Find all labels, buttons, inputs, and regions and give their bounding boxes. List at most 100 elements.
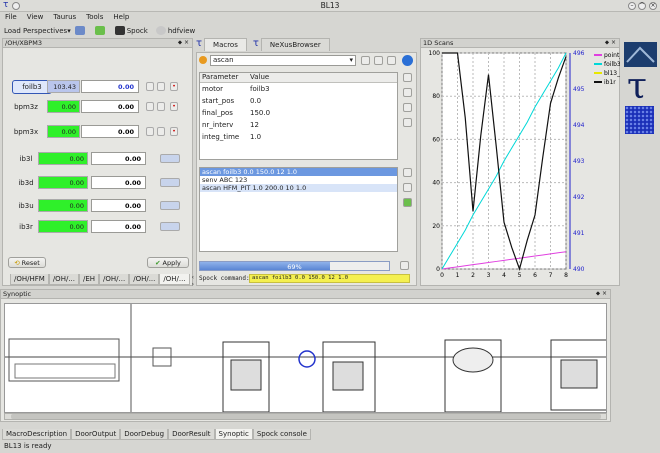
pv-setpoint-text: 0.00 bbox=[124, 202, 141, 210]
close-icon[interactable]: ⬥ × bbox=[596, 290, 607, 298]
sequence-item[interactable]: ascan foilb3 0.0 150.0 12 1.0 bbox=[200, 168, 397, 176]
close-icon[interactable]: ⬥ × bbox=[605, 39, 616, 47]
pv-button-b[interactable] bbox=[157, 82, 165, 91]
tab-spock-console[interactable]: Spock console bbox=[252, 429, 311, 440]
pv-setpoint-text: 0.00 bbox=[117, 128, 134, 136]
synoptic-title: Synoptic bbox=[3, 290, 32, 298]
apply-button[interactable]: ✔ Apply bbox=[147, 257, 189, 268]
pv-button-b[interactable] bbox=[157, 127, 165, 136]
pv-button-c[interactable]: • bbox=[170, 82, 178, 91]
tab-eh[interactable]: /EH bbox=[79, 274, 100, 285]
parameter-value: 150.0 bbox=[250, 109, 271, 117]
pv-setpoint-input[interactable]: 0.00 bbox=[81, 100, 139, 113]
menu-taurus[interactable]: Taurus bbox=[48, 12, 81, 23]
menu-view[interactable]: View bbox=[22, 12, 49, 23]
pv-value-text: 0.00 bbox=[69, 179, 84, 187]
reset-button[interactable]: ⟲ Reset bbox=[8, 257, 46, 268]
param-btn-3[interactable] bbox=[403, 103, 412, 112]
pv-setpoint-input[interactable]: 0.00 bbox=[91, 199, 146, 212]
close-icon[interactable]: ⬥ × bbox=[178, 39, 189, 47]
scans-header: 1D Scans ⬥ × bbox=[421, 39, 619, 48]
pv-button-b[interactable] bbox=[157, 102, 165, 111]
pv-config-icon[interactable] bbox=[160, 154, 180, 163]
pv-config-icon[interactable] bbox=[160, 201, 180, 210]
menu-help[interactable]: Help bbox=[108, 12, 134, 23]
pv-setpoint-input[interactable]: 0.00 bbox=[91, 152, 146, 165]
perspective-icon[interactable] bbox=[74, 26, 85, 35]
synoptic-header: Synoptic ⬥ × bbox=[1, 290, 610, 299]
spock-command-value: ascan foilb3 0.0 150.0 12 1.0 bbox=[252, 275, 349, 281]
tab-oh-hfm[interactable]: /OH/HFM bbox=[10, 274, 49, 285]
macro-action-1[interactable] bbox=[361, 56, 370, 65]
tab-door-result[interactable]: DoorResult bbox=[168, 429, 215, 440]
param-btn-4[interactable] bbox=[403, 118, 412, 127]
macro-action-3[interactable] bbox=[387, 56, 396, 65]
parameter-row[interactable]: nr_interv 12 bbox=[200, 119, 397, 131]
tab-synoptic[interactable]: Synoptic bbox=[214, 429, 253, 440]
tab-oh-2[interactable]: /OH/... bbox=[48, 274, 79, 285]
tab-macro-description[interactable]: MacroDescription bbox=[2, 429, 72, 440]
parameter-header: Parameter Value bbox=[200, 73, 397, 83]
pv-label[interactable]: foilb3 bbox=[12, 80, 52, 94]
status-bar: BL13 is ready bbox=[4, 442, 52, 450]
tab-door-output[interactable]: DoorOutput bbox=[71, 429, 121, 440]
remove-icon[interactable] bbox=[403, 168, 412, 177]
pv-config-icon[interactable] bbox=[160, 222, 180, 231]
macro-combobox[interactable]: ascan ▾ bbox=[210, 55, 356, 66]
progress-bar: 69% bbox=[199, 261, 390, 271]
macros-tabs: τ Macros τ NeXusBrowser bbox=[196, 38, 330, 51]
spock-command-field[interactable]: ascan foilb3 0.0 150.0 12 1.0 bbox=[249, 274, 410, 283]
move-up-icon[interactable] bbox=[403, 183, 412, 192]
maximize-icon[interactable]: ^ bbox=[638, 2, 646, 10]
pv-label[interactable]: bpm3z bbox=[6, 100, 46, 114]
check-icon: ✔ bbox=[155, 258, 161, 267]
tab-door-debug[interactable]: DoorDebug bbox=[120, 429, 169, 440]
beamline-synoptic[interactable] bbox=[4, 303, 607, 413]
pv-button-a[interactable] bbox=[146, 82, 154, 91]
synoptic-scrollbar[interactable] bbox=[4, 413, 607, 420]
parameter-row[interactable]: start_pos 0.0 bbox=[200, 95, 397, 107]
hdfview-button[interactable]: hdfview bbox=[155, 26, 195, 35]
x-tick-label: 0 bbox=[440, 272, 444, 279]
pv-setpoint-text: 0.00 bbox=[117, 83, 134, 91]
minimize-icon[interactable]: – bbox=[628, 2, 636, 10]
run-icon[interactable] bbox=[402, 55, 413, 66]
parameter-name: nr_interv bbox=[202, 121, 234, 129]
move-down-icon[interactable] bbox=[403, 198, 412, 207]
scrollbar-thumb[interactable] bbox=[11, 414, 601, 419]
load-perspectives-button[interactable]: Load Perspectives ▾ bbox=[4, 27, 71, 35]
stop-button[interactable] bbox=[400, 261, 409, 270]
pv-value-text: 0.00 bbox=[61, 103, 76, 111]
sequence-item[interactable]: senv ABC 123 bbox=[200, 176, 397, 184]
pv-value-text: 103.43 bbox=[53, 83, 76, 91]
parameter-row[interactable]: integ_time 1.0 bbox=[200, 131, 397, 143]
pv-label-text: ib3u bbox=[18, 202, 34, 210]
pv-button-a[interactable] bbox=[146, 127, 154, 136]
pv-label[interactable]: bpm3x bbox=[6, 125, 46, 139]
add-panel-icon[interactable] bbox=[94, 26, 105, 35]
parameter-row[interactable]: motor foilb3 bbox=[200, 83, 397, 95]
tab-nexus-browser[interactable]: NeXusBrowser bbox=[260, 38, 330, 51]
pv-config-icon[interactable] bbox=[160, 178, 180, 187]
menu-tools[interactable]: Tools bbox=[81, 12, 108, 23]
macro-action-2[interactable] bbox=[374, 56, 383, 65]
pv-setpoint-input[interactable]: 0.00 bbox=[91, 176, 146, 189]
tab-oh-5[interactable]: /OH/... bbox=[159, 274, 190, 285]
legend-label: bl13_uxtimer bbox=[604, 70, 620, 77]
tab-oh-4[interactable]: /OH/... bbox=[129, 274, 160, 285]
tab-oh-3[interactable]: /OH/... bbox=[99, 274, 130, 285]
pv-button-c[interactable]: • bbox=[170, 102, 178, 111]
spock-button[interactable]: Spock bbox=[114, 26, 148, 35]
pv-setpoint-input[interactable]: 0.00 bbox=[81, 80, 139, 93]
pv-setpoint-input[interactable]: 0.00 bbox=[81, 125, 139, 138]
pv-setpoint-input[interactable]: 0.00 bbox=[91, 220, 146, 233]
close-icon[interactable]: × bbox=[649, 2, 657, 10]
sequence-item[interactable]: ascan HFM_PIT 1.0 200.0 10 1.0 bbox=[200, 184, 397, 192]
tab-macros[interactable]: Macros bbox=[204, 38, 247, 51]
pv-button-a[interactable] bbox=[146, 102, 154, 111]
param-btn-1[interactable] bbox=[403, 73, 412, 82]
menu-file[interactable]: File bbox=[0, 12, 22, 23]
parameter-row[interactable]: final_pos 150.0 bbox=[200, 107, 397, 119]
pv-button-c[interactable]: • bbox=[170, 127, 178, 136]
param-btn-2[interactable] bbox=[403, 88, 412, 97]
